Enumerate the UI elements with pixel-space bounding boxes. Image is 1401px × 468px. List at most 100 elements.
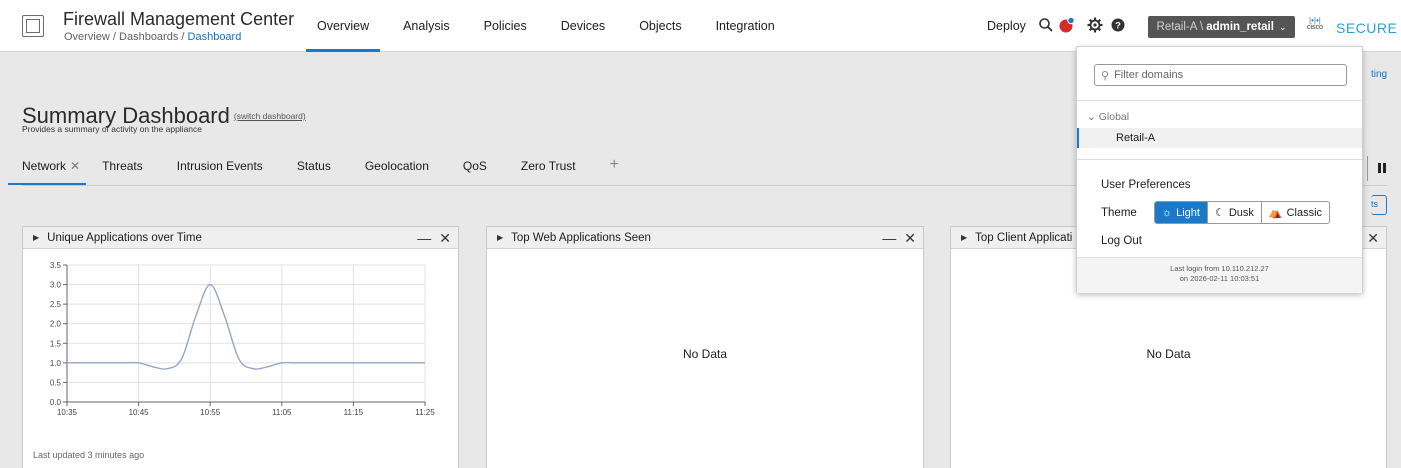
expand-triangle-icon[interactable]: ▶ xyxy=(961,233,967,242)
widget-controls: — ✕ xyxy=(417,230,451,247)
chevron-down-icon: ⌄ xyxy=(1278,21,1287,32)
no-data-text: No Data xyxy=(1146,347,1191,361)
divider xyxy=(1077,159,1362,160)
y-tick-label: 0.5 xyxy=(50,378,62,387)
user-domain-menu-button[interactable]: Retail-A \ admin_retail ⌄ xyxy=(1148,16,1295,38)
close-icon[interactable]: ✕ xyxy=(904,230,916,247)
widget-top-web-applications: ▶ Top Web Applications Seen — ✕ No Data xyxy=(486,226,924,468)
y-tick-label: 1.0 xyxy=(50,359,62,368)
theme-selector: ☼ Light ☾ Dusk ⛺ Classic xyxy=(1154,201,1331,224)
tab-intrusion-events[interactable]: Intrusion Events xyxy=(177,159,263,185)
search-icon[interactable] xyxy=(1037,16,1055,34)
top-header: Firewall Management Center Overview / Da… xyxy=(0,0,1401,52)
close-icon[interactable]: ✕ xyxy=(439,230,451,247)
nav-devices[interactable]: Devices xyxy=(550,0,616,52)
add-tab-icon[interactable]: + xyxy=(610,156,619,185)
tab-geolocation[interactable]: Geolocation xyxy=(365,159,429,185)
y-tick-label: 2.5 xyxy=(50,300,62,309)
tab-threats[interactable]: Threats xyxy=(102,159,143,185)
x-tick-label: 10:35 xyxy=(57,408,78,417)
tab-zero-trust[interactable]: Zero Trust xyxy=(521,159,576,185)
breadcrumb-overview[interactable]: Overview xyxy=(64,31,110,43)
nav-policies[interactable]: Policies xyxy=(473,0,538,52)
theme-dusk-button[interactable]: ☾ Dusk xyxy=(1208,202,1262,223)
tab-network[interactable]: Network ✕ xyxy=(8,159,87,185)
widget-controls: — ✕ xyxy=(882,230,916,247)
cisco-bars-icon: |•|•| xyxy=(1309,16,1321,25)
close-icon[interactable]: ✕ xyxy=(1367,230,1379,247)
y-tick-label: 0.0 xyxy=(50,398,62,407)
last-login-info: Last login from 10.110.212.27 on 2026-02… xyxy=(1077,257,1362,293)
secure-brand-text: SECURE xyxy=(1336,20,1398,36)
domain-item-retail-a[interactable]: Retail-A xyxy=(1077,128,1362,148)
x-tick-label: 10:45 xyxy=(129,408,150,417)
chevron-down-icon: ⌄ xyxy=(1087,111,1096,123)
y-tick-label: 1.5 xyxy=(50,339,62,348)
user-preferences-link[interactable]: User Preferences xyxy=(1101,179,1190,191)
widget-unique-applications: ▶ Unique Applications over Time — ✕ 0.0 0… xyxy=(22,226,459,468)
close-icon[interactable]: ✕ xyxy=(70,159,80,173)
x-tick-label: 10:55 xyxy=(200,408,221,417)
filter-domains-input[interactable]: ⚲ Filter domains xyxy=(1094,64,1347,86)
alerts-icon[interactable] xyxy=(1058,16,1076,34)
widget-title: Unique Applications over Time xyxy=(47,231,202,244)
divider xyxy=(1077,100,1362,101)
main-nav: Overview Analysis Policies Devices Objec… xyxy=(306,0,798,52)
theme-classic-button[interactable]: ⛺ Classic xyxy=(1262,202,1329,223)
fmc-logo-icon xyxy=(22,15,44,37)
svg-text:?: ? xyxy=(1115,21,1121,32)
user-domain-dropdown: ⚲ Filter domains ⌄ Global Retail-A User … xyxy=(1076,46,1363,293)
partial-widgets-button[interactable]: ts xyxy=(1371,195,1387,215)
minimize-icon[interactable]: — xyxy=(882,230,896,247)
domain-tree-global[interactable]: ⌄ Global xyxy=(1087,111,1129,123)
app-title: Firewall Management Center xyxy=(63,9,295,29)
y-tick-label: 2.0 xyxy=(50,320,62,329)
x-tick-label: 11:15 xyxy=(344,408,364,417)
widget-controls: ✕ xyxy=(1367,230,1379,247)
x-tick-label: 11:05 xyxy=(272,408,292,417)
expand-triangle-icon[interactable]: ▶ xyxy=(33,233,39,242)
tab-status[interactable]: Status xyxy=(297,159,331,185)
no-data-text: No Data xyxy=(682,347,728,361)
gear-icon[interactable] xyxy=(1086,16,1104,34)
user-name-label: admin_retail xyxy=(1206,21,1274,33)
last-updated-text: Last updated 3 minutes ago xyxy=(33,450,145,460)
filter-domains-placeholder: Filter domains xyxy=(1114,69,1184,81)
log-out-link[interactable]: Log Out xyxy=(1101,235,1142,247)
pause-icon[interactable] xyxy=(1378,163,1386,173)
minimize-icon[interactable]: — xyxy=(417,230,431,247)
nav-integration[interactable]: Integration xyxy=(705,0,786,52)
widget-header: ▶ Top Web Applications Seen — ✕ xyxy=(487,227,923,249)
x-tick-label: 11:25 xyxy=(415,408,435,417)
help-icon[interactable]: ? xyxy=(1109,16,1127,34)
theme-label: Theme xyxy=(1101,207,1137,219)
line-chart: 0.0 0.5 1.0 1.5 2.0 2.5 3.0 3.5 10:35 10:45 10:55 1… xyxy=(50,261,435,417)
series-line xyxy=(67,283,425,370)
partial-input-edge xyxy=(1367,156,1368,181)
y-tick-label: 3.5 xyxy=(50,261,62,270)
switch-dashboard-link[interactable]: (switch dashboard) xyxy=(234,111,306,121)
nav-objects[interactable]: Objects xyxy=(628,0,692,52)
classic-building-icon: ⛺ xyxy=(1268,207,1283,219)
breadcrumb-dashboard[interactable]: Dashboard xyxy=(188,31,242,43)
moon-icon: ☾ xyxy=(1214,207,1225,219)
widget-title: Top Client Applicati xyxy=(975,231,1073,244)
partial-link-text[interactable]: ting xyxy=(1371,69,1387,80)
breadcrumb-dashboards[interactable]: Dashboards xyxy=(119,31,178,43)
nav-analysis[interactable]: Analysis xyxy=(392,0,461,52)
tab-qos[interactable]: QoS xyxy=(463,159,487,185)
user-domain-label: Retail-A \ xyxy=(1156,21,1204,33)
cisco-logo: |•|•| cisco xyxy=(1307,16,1323,32)
search-icon: ⚲ xyxy=(1101,69,1110,82)
deploy-button[interactable]: Deploy xyxy=(987,19,1026,33)
page-subtitle: Provides a summary of activity on the ap… xyxy=(22,124,203,134)
widget-header: ▶ Unique Applications over Time — ✕ xyxy=(23,227,458,249)
sun-icon: ☼ xyxy=(1162,206,1173,219)
widget-title: Top Web Applications Seen xyxy=(511,231,651,244)
y-tick-label: 3.0 xyxy=(50,281,62,290)
nav-overview[interactable]: Overview xyxy=(306,0,381,52)
theme-light-button[interactable]: ☼ Light xyxy=(1155,202,1208,223)
breadcrumb: Overview / Dashboards / Dashboard xyxy=(64,31,242,43)
expand-triangle-icon[interactable]: ▶ xyxy=(497,233,503,242)
dashboard-tabs: Network ✕ Threats Intrusion Events Status… xyxy=(8,156,619,185)
